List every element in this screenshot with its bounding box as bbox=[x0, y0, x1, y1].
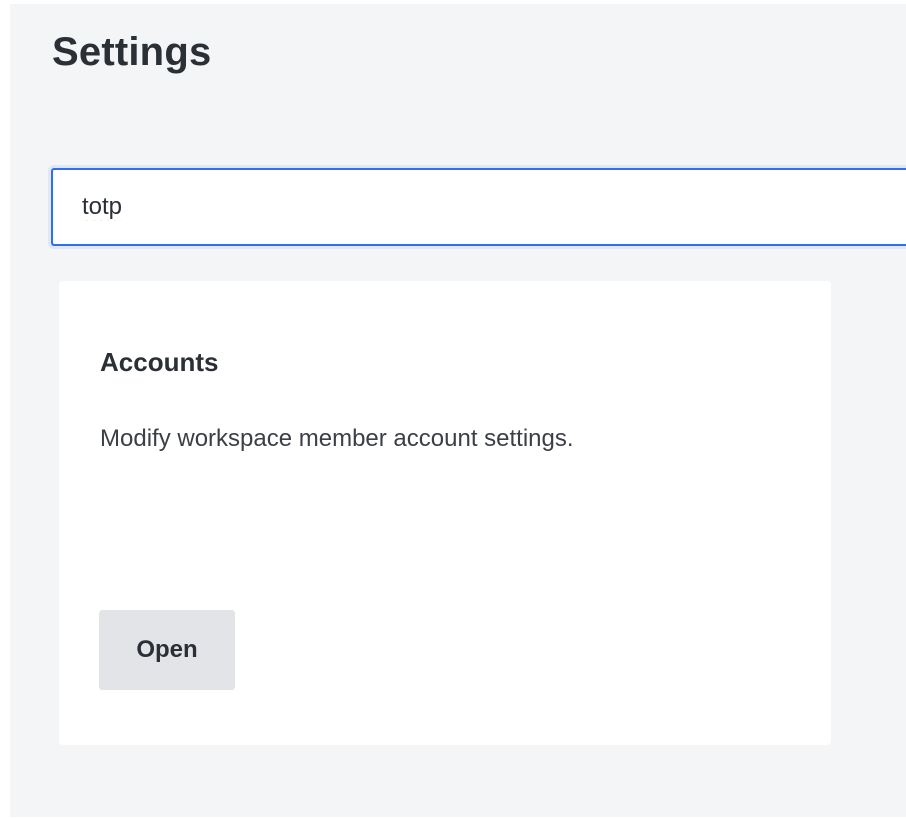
page-title: Settings bbox=[52, 30, 212, 74]
settings-page: Settings Accounts Modify workspace membe… bbox=[10, 4, 906, 817]
settings-result-card: Accounts Modify workspace member account… bbox=[59, 281, 831, 745]
open-button[interactable]: Open bbox=[99, 610, 235, 690]
search-input[interactable] bbox=[51, 168, 906, 246]
card-description: Modify workspace member account settings… bbox=[100, 425, 574, 452]
card-title: Accounts bbox=[100, 347, 219, 377]
settings-search bbox=[51, 168, 906, 248]
